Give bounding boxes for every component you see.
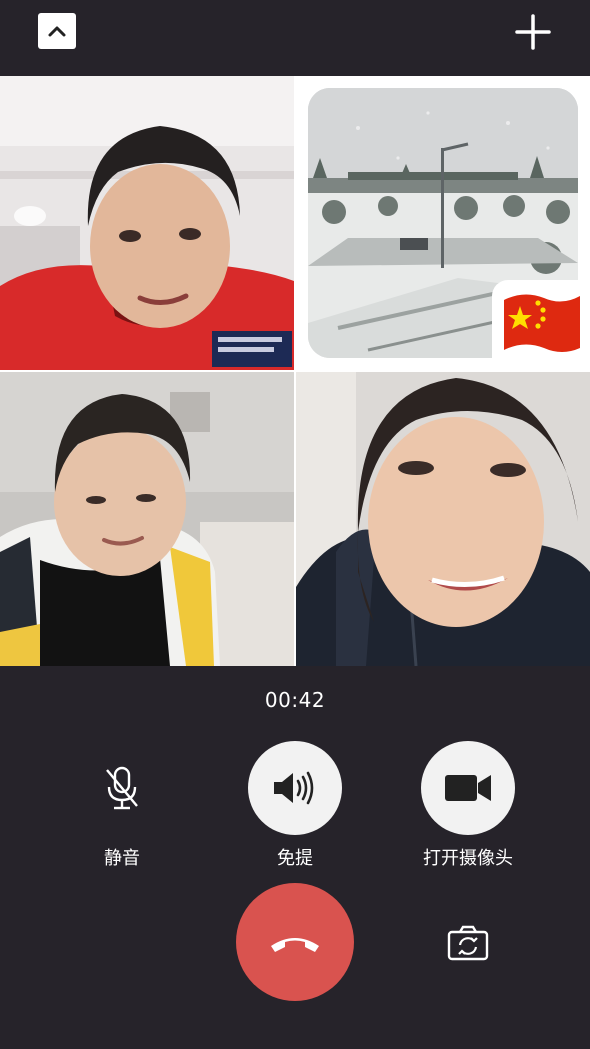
plus-icon <box>515 14 551 50</box>
camera-switch-icon <box>447 925 489 961</box>
video-frame <box>296 372 590 666</box>
speaker-label: 免提 <box>277 848 313 869</box>
mute-button-circle[interactable] <box>75 741 169 835</box>
camera-button-circle[interactable] <box>421 741 515 835</box>
collapse-button[interactable] <box>38 13 76 49</box>
video-camera-icon <box>445 775 491 801</box>
hangup-button[interactable] <box>236 883 354 1001</box>
phone-hangup-icon <box>271 938 319 952</box>
microphone-off-icon <box>106 766 138 810</box>
video-frame <box>0 372 294 666</box>
video-grid <box>0 76 590 666</box>
video-frame <box>0 76 294 370</box>
add-participant-button[interactable] <box>514 13 552 51</box>
camera-label: 打开摄像头 <box>423 848 513 869</box>
mute-button[interactable]: 静音 <box>52 741 192 870</box>
chevron-up-icon <box>48 26 66 37</box>
participant-video-3[interactable] <box>0 372 294 666</box>
speaker-button-circle[interactable] <box>248 741 342 835</box>
speaker-button[interactable]: 免提 <box>225 741 365 870</box>
call-duration: 00:42 <box>264 688 326 712</box>
switch-camera-button[interactable] <box>446 924 490 962</box>
participant-video-1[interactable] <box>0 76 294 370</box>
mute-label: 静音 <box>104 848 140 869</box>
speaker-icon <box>274 771 314 805</box>
china-flag-icon <box>504 294 580 352</box>
participant-video-4[interactable] <box>296 372 590 666</box>
flag-badge <box>492 280 590 370</box>
camera-button[interactable]: 打开摄像头 <box>398 741 538 870</box>
participant-video-2[interactable] <box>296 76 590 370</box>
top-bar <box>0 0 590 76</box>
